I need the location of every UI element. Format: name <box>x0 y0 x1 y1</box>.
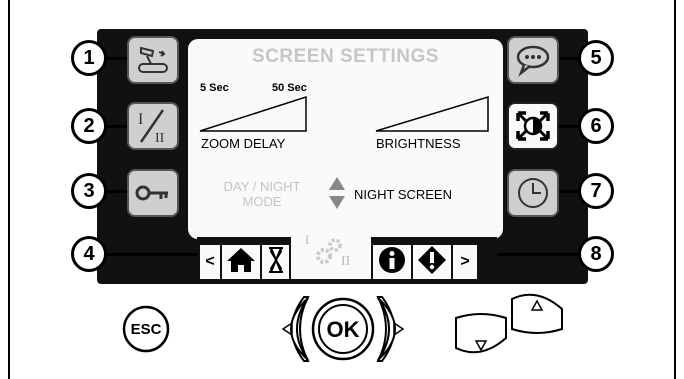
nav-prev-label: < <box>205 253 215 270</box>
callout-6: 6 <box>578 108 614 144</box>
day-night-mode-label: DAY / NIGHT MODE <box>212 179 312 209</box>
side-button-5[interactable] <box>507 36 559 84</box>
nav-warning-button[interactable] <box>413 245 451 279</box>
nav-home-button[interactable] <box>222 245 260 279</box>
nav-prev-button[interactable]: < <box>200 245 220 279</box>
esc-label: ESC <box>131 321 162 338</box>
side-button-6[interactable] <box>507 102 559 150</box>
callout-leader-8 <box>486 253 578 256</box>
joystick-icon <box>133 42 173 78</box>
down-arrow-button[interactable] <box>452 308 510 358</box>
zoom-delay-max-label: 50 Sec <box>272 82 307 94</box>
brightness-caption: BRIGHTNESS <box>376 136 461 151</box>
callout-leader-2 <box>106 125 128 128</box>
hourglass-icon <box>267 246 285 279</box>
side-button-1[interactable] <box>127 36 179 84</box>
nav-hourglass-button[interactable] <box>262 245 289 279</box>
right-arrow-button[interactable] <box>374 296 418 362</box>
home-icon <box>226 247 256 278</box>
info-icon <box>378 246 406 279</box>
day-night-toggle-arrows-icon[interactable] <box>328 175 346 211</box>
day-night-mode-label-line1: DAY / NIGHT <box>223 179 301 194</box>
left-arrow-button[interactable] <box>268 296 312 362</box>
contrast-icon <box>512 107 554 145</box>
clock-icon <box>515 175 551 211</box>
up-arrow-button[interactable] <box>508 291 566 341</box>
cog-roman-2: II <box>341 254 351 269</box>
side-button-2[interactable]: I II <box>127 102 179 150</box>
ok-label: OK <box>327 317 360 342</box>
callout-1: 1 <box>71 40 107 76</box>
zoom-delay-slider[interactable] <box>198 95 310 133</box>
callout-leader-5 <box>556 57 578 60</box>
callout-leader-3 <box>106 190 128 193</box>
svg-text:II: II <box>155 131 165 146</box>
brightness-slider[interactable] <box>374 95 492 133</box>
drive-mode-switch-icon: I II <box>133 106 173 146</box>
key-icon <box>134 182 172 204</box>
day-night-mode-label-line2: MODE <box>242 194 282 209</box>
callout-5: 5 <box>578 40 614 76</box>
callout-leader-7 <box>556 190 578 193</box>
nav-cog-mode-button[interactable]: I II <box>291 229 371 279</box>
day-night-mode-value: NIGHT SCREEN <box>354 187 452 202</box>
cog-mode-icon: I II <box>301 232 361 276</box>
zoom-delay-caption: ZOOM DELAY <box>201 136 286 151</box>
svg-text:I: I <box>138 111 143 128</box>
ok-button[interactable]: OK <box>311 297 375 361</box>
callout-8: 8 <box>578 236 614 272</box>
bottom-nav-bar: < I II > <box>197 229 497 279</box>
nav-next-label: > <box>460 253 470 270</box>
warning-icon <box>417 245 447 280</box>
nav-info-button[interactable] <box>373 245 411 279</box>
zoom-delay-min-label: 5 Sec <box>200 82 229 94</box>
cog-roman-1: I <box>305 232 310 247</box>
callout-3: 3 <box>71 173 107 209</box>
esc-button[interactable]: ESC <box>121 304 171 354</box>
screen-title: SCREEN SETTINGS <box>252 46 439 67</box>
callout-leader-4 <box>106 253 198 256</box>
callout-leader-6 <box>556 125 578 128</box>
settings-display: SCREEN SETTINGS 5 Sec 50 Sec ZOOM DELAY … <box>188 39 503 239</box>
callout-2: 2 <box>71 108 107 144</box>
side-button-3[interactable] <box>127 169 179 217</box>
side-button-7[interactable] <box>507 169 559 217</box>
callout-7: 7 <box>578 173 614 209</box>
callout-4: 4 <box>71 236 107 272</box>
nav-next-button[interactable]: > <box>453 245 477 279</box>
speech-bubble-icon <box>514 43 552 77</box>
callout-leader-1 <box>106 57 128 60</box>
